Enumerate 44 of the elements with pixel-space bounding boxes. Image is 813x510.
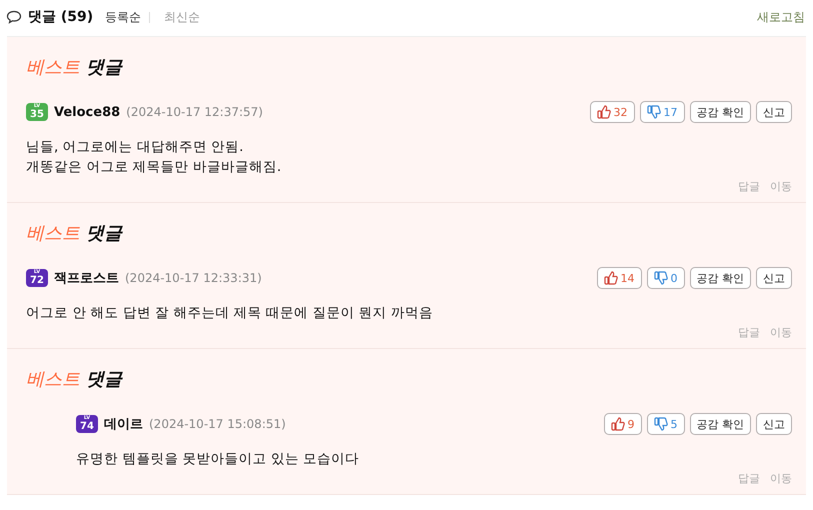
footer-link[interactable]: 이동 xyxy=(770,471,792,486)
section-title: 댓글 xyxy=(86,56,122,79)
best-label: 베스트 xyxy=(26,222,80,245)
like-button[interactable]: 9 xyxy=(604,413,642,435)
author-name[interactable]: Veloce88 xyxy=(54,104,120,120)
comment-text: 어그로 안 해도 답변 잘 해주는데 제목 때문에 질문이 뭔지 까먹음 xyxy=(26,304,434,323)
best-label: 베스트 xyxy=(26,368,80,391)
comment-icon xyxy=(6,10,22,24)
author-name[interactable]: 데이르 xyxy=(104,415,143,433)
section-title: 댓글 xyxy=(86,222,122,245)
like-button[interactable]: 14 xyxy=(596,267,642,289)
dislike-button[interactable]: 5 xyxy=(646,413,684,435)
sort-option[interactable]: 등록순 xyxy=(105,8,142,26)
thumbs-up-icon xyxy=(596,105,610,119)
comment-text: 유명한 템플릿을 못받아들이고 있는 모습이다 xyxy=(76,450,360,469)
dislike-button[interactable]: 17 xyxy=(640,101,684,123)
footer-link[interactable]: 답글 xyxy=(738,471,760,486)
comment-text: 님들, 어그로에는 대답해주면 안됨. 개똥같은 어그로 제목들만 바글바글해짐. xyxy=(26,138,282,177)
comment-time: (2024-10-17 12:37:57) xyxy=(126,105,263,119)
footer-link[interactable]: 이동 xyxy=(770,325,792,340)
action-button[interactable]: 신고 xyxy=(756,413,792,435)
action-button[interactable]: 공감 확인 xyxy=(690,413,751,435)
sort-option[interactable]: 최신순 xyxy=(164,8,200,26)
comments-title: 댓글 (59) xyxy=(28,8,94,26)
thumbs-down-icon xyxy=(654,417,668,431)
action-button[interactable]: 신고 xyxy=(756,101,792,123)
thumbs-up-icon xyxy=(610,417,624,431)
thumbs-down-icon xyxy=(654,271,668,285)
dislike-button[interactable]: 0 xyxy=(646,267,684,289)
section-title: 댓글 xyxy=(86,368,122,391)
comment-time: (2024-10-17 15:08:51) xyxy=(149,417,286,431)
thumbs-up-icon xyxy=(604,271,618,285)
like-button[interactable]: 32 xyxy=(590,101,634,123)
comment-time: (2024-10-17 12:33:31) xyxy=(125,271,262,285)
footer-link[interactable]: 답글 xyxy=(738,325,760,340)
best-label: 베스트 xyxy=(26,56,80,79)
refresh-link[interactable]: 새로고침 xyxy=(757,8,805,26)
thumbs-down-icon xyxy=(646,105,660,119)
footer-link[interactable]: 답글 xyxy=(738,179,760,194)
action-button[interactable]: 공감 확인 xyxy=(690,267,751,289)
footer-link[interactable]: 이동 xyxy=(770,179,792,194)
action-button[interactable]: 공감 확인 xyxy=(690,101,751,123)
author-name[interactable]: 잭프로스트 xyxy=(54,269,119,287)
action-button[interactable]: 신고 xyxy=(756,267,792,289)
